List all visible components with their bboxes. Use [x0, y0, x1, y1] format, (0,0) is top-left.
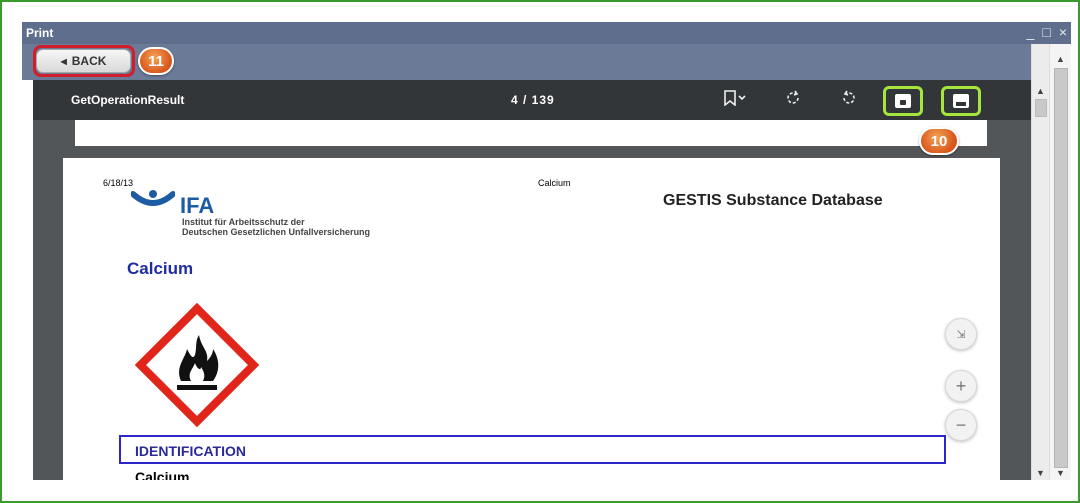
viewer-scrollbar-thumb[interactable]: [1035, 99, 1047, 117]
section-title: IDENTIFICATION: [135, 443, 246, 459]
org-name-line1: Institut für Arbeitsschutz der: [182, 217, 305, 227]
window-controls: _ □ ×: [1027, 24, 1067, 40]
fit-page-icon: ⇲: [956, 328, 966, 341]
scroll-up-icon[interactable]: ▲: [1036, 86, 1045, 96]
step-badge-10: 10: [919, 127, 959, 155]
rotate-cw-icon[interactable]: [785, 90, 801, 110]
back-button[interactable]: ◀ BACK: [36, 49, 131, 73]
window-scrollbar[interactable]: ▲ ▼: [1049, 44, 1071, 480]
bookmark-icon[interactable]: [723, 90, 747, 110]
identification-section-header: IDENTIFICATION: [119, 435, 946, 464]
document-page: 6/18/13 Calcium IFA Institut für Arbeits…: [63, 158, 1000, 480]
print-icon: [953, 94, 969, 108]
viewer-toolbar: GetOperationResult 4 / 139: [33, 80, 1031, 120]
page-counter: 4 / 139: [511, 93, 555, 107]
ifa-logo-text: IFA: [180, 193, 215, 218]
window-titlebar: Print _ □ ×: [22, 22, 1071, 44]
viewer-scrollbar[interactable]: ▲ ▼: [1031, 44, 1049, 480]
step-badge-11: 11: [138, 47, 174, 75]
rotate-ccw-icon[interactable]: [841, 90, 857, 110]
flammable-hazard-icon: [135, 303, 259, 427]
save-button[interactable]: [883, 86, 923, 116]
zoom-in-button[interactable]: +: [945, 370, 977, 402]
zoom-out-button[interactable]: −: [945, 409, 977, 441]
window-title: Print: [26, 26, 54, 40]
maximize-icon[interactable]: □: [1042, 24, 1050, 40]
print-button[interactable]: [941, 86, 981, 116]
previous-page-edge: [75, 120, 987, 146]
close-icon[interactable]: ×: [1059, 24, 1067, 40]
window-scroll-up-icon[interactable]: ▲: [1056, 54, 1065, 64]
plus-icon: +: [955, 375, 967, 396]
fit-page-button[interactable]: ⇲: [945, 318, 977, 350]
ifa-logo-icon: [131, 190, 175, 206]
save-icon: [895, 94, 911, 108]
substance-title: Calcium: [127, 259, 194, 278]
triangle-left-icon: ◀: [60, 56, 67, 66]
scroll-down-icon[interactable]: ▼: [1036, 468, 1045, 478]
pdf-viewer: GetOperationResult 4 / 139 6/18/13 Calci…: [33, 80, 1031, 480]
org-name-line2: Deutschen Gesetzlichen Unfallversicherun…: [182, 227, 371, 237]
page-topic: Calcium: [538, 178, 571, 188]
back-toolbar: ◀ BACK 11: [22, 44, 1071, 80]
page-date: 6/18/13: [103, 178, 134, 188]
minus-icon: −: [955, 414, 967, 435]
document-title: GetOperationResult: [71, 93, 185, 107]
window-scroll-down-icon[interactable]: ▼: [1056, 468, 1065, 478]
identification-name: Calcium: [135, 469, 190, 480]
minimize-icon[interactable]: _: [1027, 24, 1035, 40]
back-button-label: BACK: [71, 54, 107, 68]
org-name: Institut für Arbeitsschutz der Deutschen…: [182, 217, 370, 237]
window-scrollbar-thumb[interactable]: [1054, 68, 1068, 468]
database-title: GESTIS Substance Database: [663, 192, 883, 209]
